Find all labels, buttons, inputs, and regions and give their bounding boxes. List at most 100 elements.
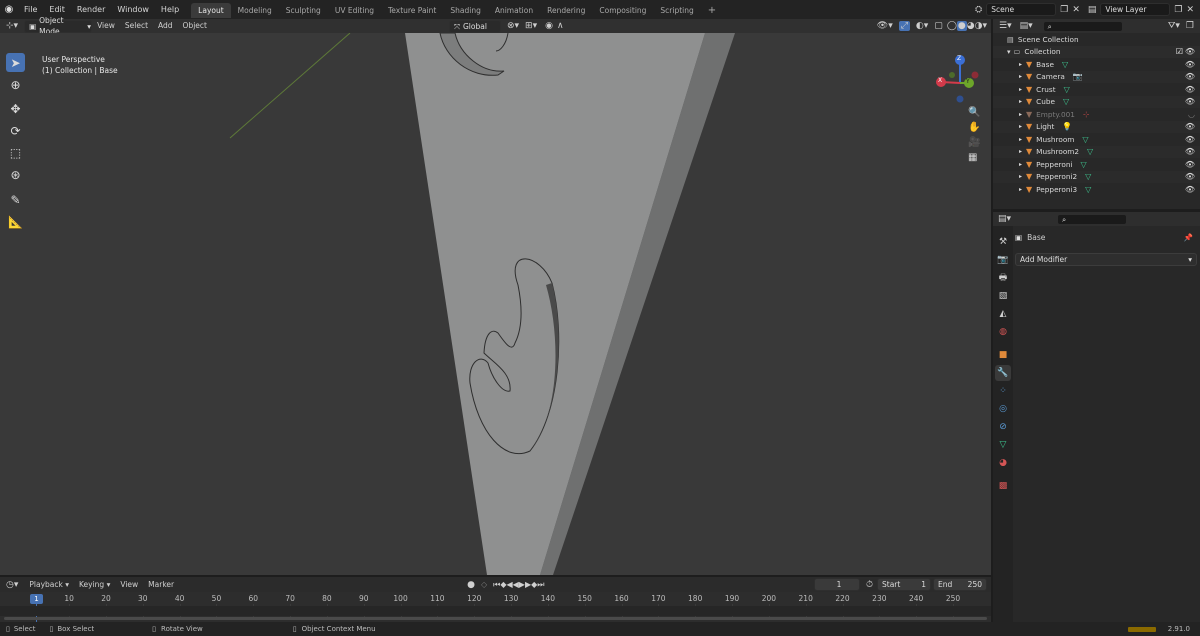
menu-timeline-view[interactable]: View [115,578,143,592]
eye-icon[interactable]: 👁 [1185,60,1195,69]
modifier-props-tab[interactable]: 🔧 [995,365,1011,381]
texture-props-tab[interactable]: ▩ [995,478,1011,494]
checkbox-icon[interactable]: ☑ [1176,47,1183,56]
proportional-edit-icon[interactable]: ◉ [545,21,553,31]
add-workspace-button[interactable]: + [701,3,723,18]
data-props-tab[interactable]: ▽ [995,437,1011,453]
pin-icon[interactable]: 📌 [1184,233,1193,242]
current-frame-field[interactable]: 1 [813,578,860,591]
eye-icon[interactable]: 👁 [1185,160,1195,169]
shading-solid-icon[interactable]: ● [956,21,967,31]
new-collection-icon[interactable]: ❐ [1186,21,1194,31]
properties-search-input[interactable]: ⌕ [1057,213,1128,225]
end-frame-field[interactable]: End 250 [933,578,987,591]
scale-tool[interactable]: ⬚ [6,143,25,162]
copy-scene-icon[interactable]: ❐ [1060,5,1068,15]
measure-tool[interactable]: 📐 [6,212,25,231]
constraints-props-tab[interactable]: ⊘ [995,419,1011,435]
overlay-toggle-icon[interactable]: ◐▾ [916,21,928,31]
blender-logo-icon[interactable]: ◉ [0,4,18,15]
pan-hand-icon[interactable]: ✋ [968,122,980,133]
outliner-item[interactable]: ▸ ▼ Camera 📷 👁 [993,70,1200,83]
outliner-search-input[interactable]: ⌕ [1042,20,1123,32]
tab-shading[interactable]: Shading [443,3,487,18]
tab-texture-paint[interactable]: Texture Paint [381,3,443,18]
menu-view[interactable]: View [92,19,120,33]
outliner-editor-icon[interactable]: ☰▾ [999,21,1012,31]
particles-props-tab[interactable]: ⁘ [995,383,1011,399]
tab-rendering[interactable]: Rendering [540,3,592,18]
expand-arrow-icon[interactable]: ▸ [1019,98,1022,105]
jump-end-icon[interactable]: ⏭ [537,580,544,590]
menu-help[interactable]: Help [155,0,185,19]
zoom-icon[interactable]: 🔍 [968,107,980,118]
view-layer-icon[interactable]: ▤ [1088,5,1097,15]
tool-props-tab[interactable]: ⚒ [995,234,1011,250]
timeline-editor-icon[interactable]: ◷▾ [6,580,18,590]
cursor-tool[interactable]: ⊕ [6,75,25,94]
outliner-item[interactable]: ▸ ▼ Empty.001 ⊹ ◡ [993,108,1200,121]
tab-sculpting[interactable]: Sculpting [279,3,328,18]
menu-select[interactable]: Select [120,19,153,33]
close-scene-icon[interactable]: ✕ [1072,5,1080,15]
eye-icon[interactable]: 👁 [1185,97,1195,106]
tab-uv-editing[interactable]: UV Editing [328,3,381,18]
playhead[interactable]: 1 [30,594,43,604]
eye-icon[interactable]: 👁 [1185,85,1195,94]
outliner-item[interactable]: ▸ ▼ Base ▽ 👁 [993,58,1200,71]
physics-props-tab[interactable]: ◎ [995,401,1011,417]
rotate-tool[interactable]: ⟳ [6,121,25,140]
menu-window[interactable]: Window [111,0,155,19]
tab-scripting[interactable]: Scripting [653,3,700,18]
expand-arrow-icon[interactable]: ▸ [1019,161,1022,168]
prev-keyframe-icon[interactable]: ◆◀ [500,580,512,589]
copy-view-layer-icon[interactable]: ❐ [1174,5,1182,15]
mode-dropdown[interactable]: ▣ Object Mode ▾ [24,16,93,36]
expand-arrow-icon[interactable]: ▸ [1019,73,1022,80]
outliner-item[interactable]: ▸ ▼ Mushroom ▽ 👁 [993,133,1200,146]
eye-icon[interactable]: 👁 [1185,47,1195,56]
outliner-item[interactable]: ▸ ▼ Pepperoni3 ▽ 👁 [993,183,1200,196]
outliner-item[interactable]: ▸ ▼ Crust ▽ 👁 [993,83,1200,96]
keyframe-icon[interactable]: ◇ [481,580,487,589]
expand-arrow-icon[interactable]: ▸ [1019,136,1022,143]
outliner-item[interactable]: ▸ ▼ Pepperoni ▽ 👁 [993,158,1200,171]
gizmo-toggle-icon[interactable]: ⤢ [898,21,910,31]
select-box-tool[interactable]: ➤ [6,53,25,72]
snap-icon[interactable]: ⊞▾ [525,21,537,31]
viewport-3d[interactable]: User Perspective (1) Collection | Base ➤… [0,33,991,575]
expand-arrow-icon[interactable]: ▸ [1019,148,1022,155]
view-layer-props-tab[interactable]: ▧ [995,288,1011,304]
visibility-icon[interactable]: 👁▾ [877,21,893,31]
scene-props-tab[interactable]: ◭ [995,306,1011,322]
tab-animation[interactable]: Animation [488,3,540,18]
eye-icon[interactable]: 👁 [1185,72,1195,81]
tab-modeling[interactable]: Modeling [231,3,279,18]
orientation-dropdown[interactable]: ⤧ Global [448,19,501,33]
eye-icon[interactable]: 👁 [1185,147,1195,156]
collection-row[interactable]: ▾ ▭ Collection ☑ 👁 [993,45,1200,58]
move-tool[interactable]: ✥ [6,99,25,118]
menu-object[interactable]: Object [178,19,212,33]
tab-compositing[interactable]: Compositing [592,3,653,18]
close-view-layer-icon[interactable]: ✕ [1186,5,1194,15]
expand-arrow-icon[interactable]: ▸ [1019,173,1022,180]
transform-tool[interactable]: ⊛ [6,165,25,184]
record-icon[interactable]: ● [467,580,475,590]
add-modifier-dropdown[interactable]: Add Modifier ▾ [1015,253,1197,266]
menu-playback[interactable]: Playback ▾ [24,578,74,592]
menu-marker[interactable]: Marker [143,578,179,592]
next-keyframe-icon[interactable]: ▶◆ [525,580,537,589]
editor-type-icon[interactable]: ⊹▾ [0,21,24,31]
tab-layout[interactable]: Layout [191,3,231,18]
view-layer-field[interactable]: View Layer [1100,3,1171,16]
output-props-tab[interactable]: 🖶 [995,270,1011,286]
render-props-tab[interactable]: 📷 [995,252,1011,268]
outliner-item[interactable]: ▸ ▼ Cube ▽ 👁 [993,95,1200,108]
eye-icon[interactable]: 👁 [1185,185,1195,194]
jump-start-icon[interactable]: ⏮ [493,580,500,590]
expand-arrow-icon[interactable]: ▸ [1019,123,1022,130]
pivot-icon[interactable]: ⊗▾ [507,21,519,31]
properties-editor-icon[interactable]: ▤▾ [998,214,1011,224]
timeline-scrollbar[interactable] [4,617,987,620]
